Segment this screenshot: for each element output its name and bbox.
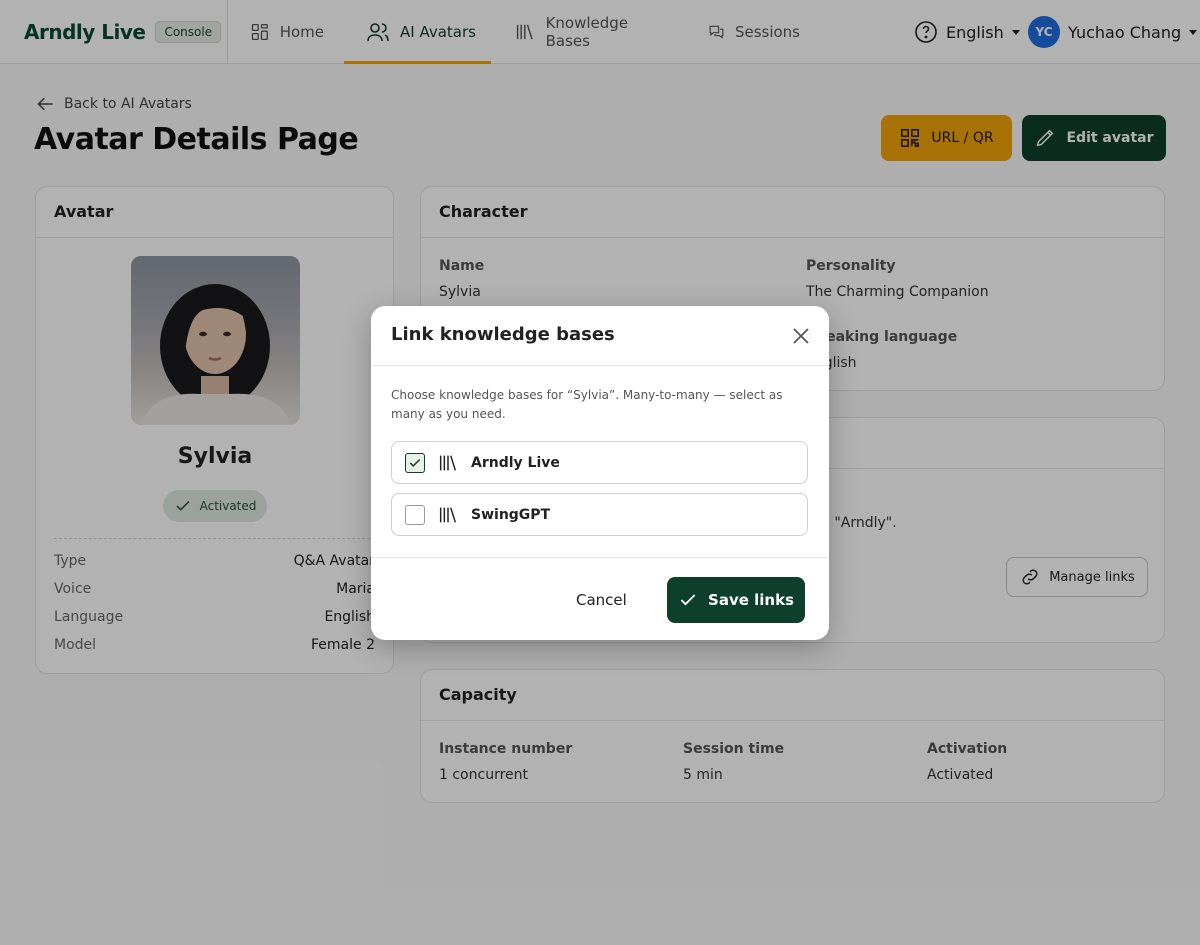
modal-title: Link knowledge bases: [371, 306, 829, 366]
checkbox-swinggpt[interactable]: [405, 504, 425, 525]
cancel-button[interactable]: Cancel: [576, 591, 627, 609]
checkbox-arndly-live[interactable]: [405, 452, 425, 473]
kb-option-swinggpt[interactable]: SwingGPT: [391, 493, 808, 536]
kb-option-arndly-live[interactable]: Arndly Live: [391, 441, 808, 484]
library-icon: [439, 454, 457, 471]
modal-description: Choose knowledge bases for “Sylvia”. Man…: [391, 388, 783, 421]
kb-option-label: Arndly Live: [471, 454, 560, 471]
save-links-label: Save links: [708, 591, 794, 609]
check-icon: [409, 458, 421, 467]
modal-footer: Cancel Save links: [371, 557, 829, 640]
check-icon: [680, 594, 696, 606]
library-icon: [439, 506, 457, 523]
kb-option-label: SwingGPT: [471, 506, 551, 523]
link-knowledge-bases-modal: Link knowledge bases Choose knowledge ba…: [371, 306, 829, 640]
close-icon[interactable]: [791, 326, 811, 346]
save-links-button[interactable]: Save links: [667, 577, 805, 623]
